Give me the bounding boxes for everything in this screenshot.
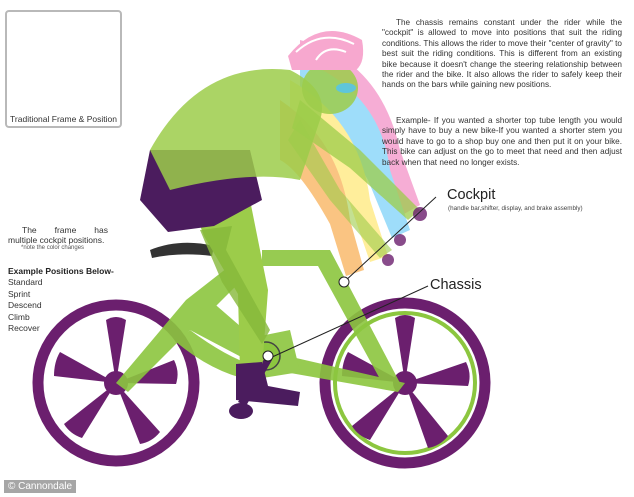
positions-list: Standard Sprint Descend Climb Recover	[8, 277, 43, 335]
image-credit: © Cannondale	[4, 480, 77, 493]
traditional-frame-inset: Traditional Frame & Position	[5, 10, 122, 128]
position-item: Standard	[8, 277, 43, 287]
position-item: Descend	[8, 300, 42, 311]
position-item: Recover	[8, 323, 40, 334]
position-item: Climb	[8, 311, 30, 322]
position-item: Sprint	[8, 288, 31, 299]
chassis-label: Chassis	[430, 277, 482, 293]
cockpit-marker	[338, 276, 350, 288]
frame-note: The frame has multiple cockpit positions…	[8, 225, 108, 245]
chassis-marker	[262, 350, 274, 362]
description-paragraph-1: The chassis remains constant under the r…	[382, 18, 622, 90]
positions-heading: Example Positions Below-	[8, 266, 114, 276]
inset-caption: Traditional Frame & Position	[10, 114, 117, 124]
color-change-note: *note the color changes	[21, 245, 85, 251]
saddle	[150, 242, 214, 258]
cockpit-sublabel: (handle bar,shifter, display, and brake …	[448, 205, 583, 212]
cockpit-label: Cockpit	[447, 187, 496, 203]
description-paragraph-2: Example- If you wanted a shorter top tub…	[382, 116, 622, 167]
